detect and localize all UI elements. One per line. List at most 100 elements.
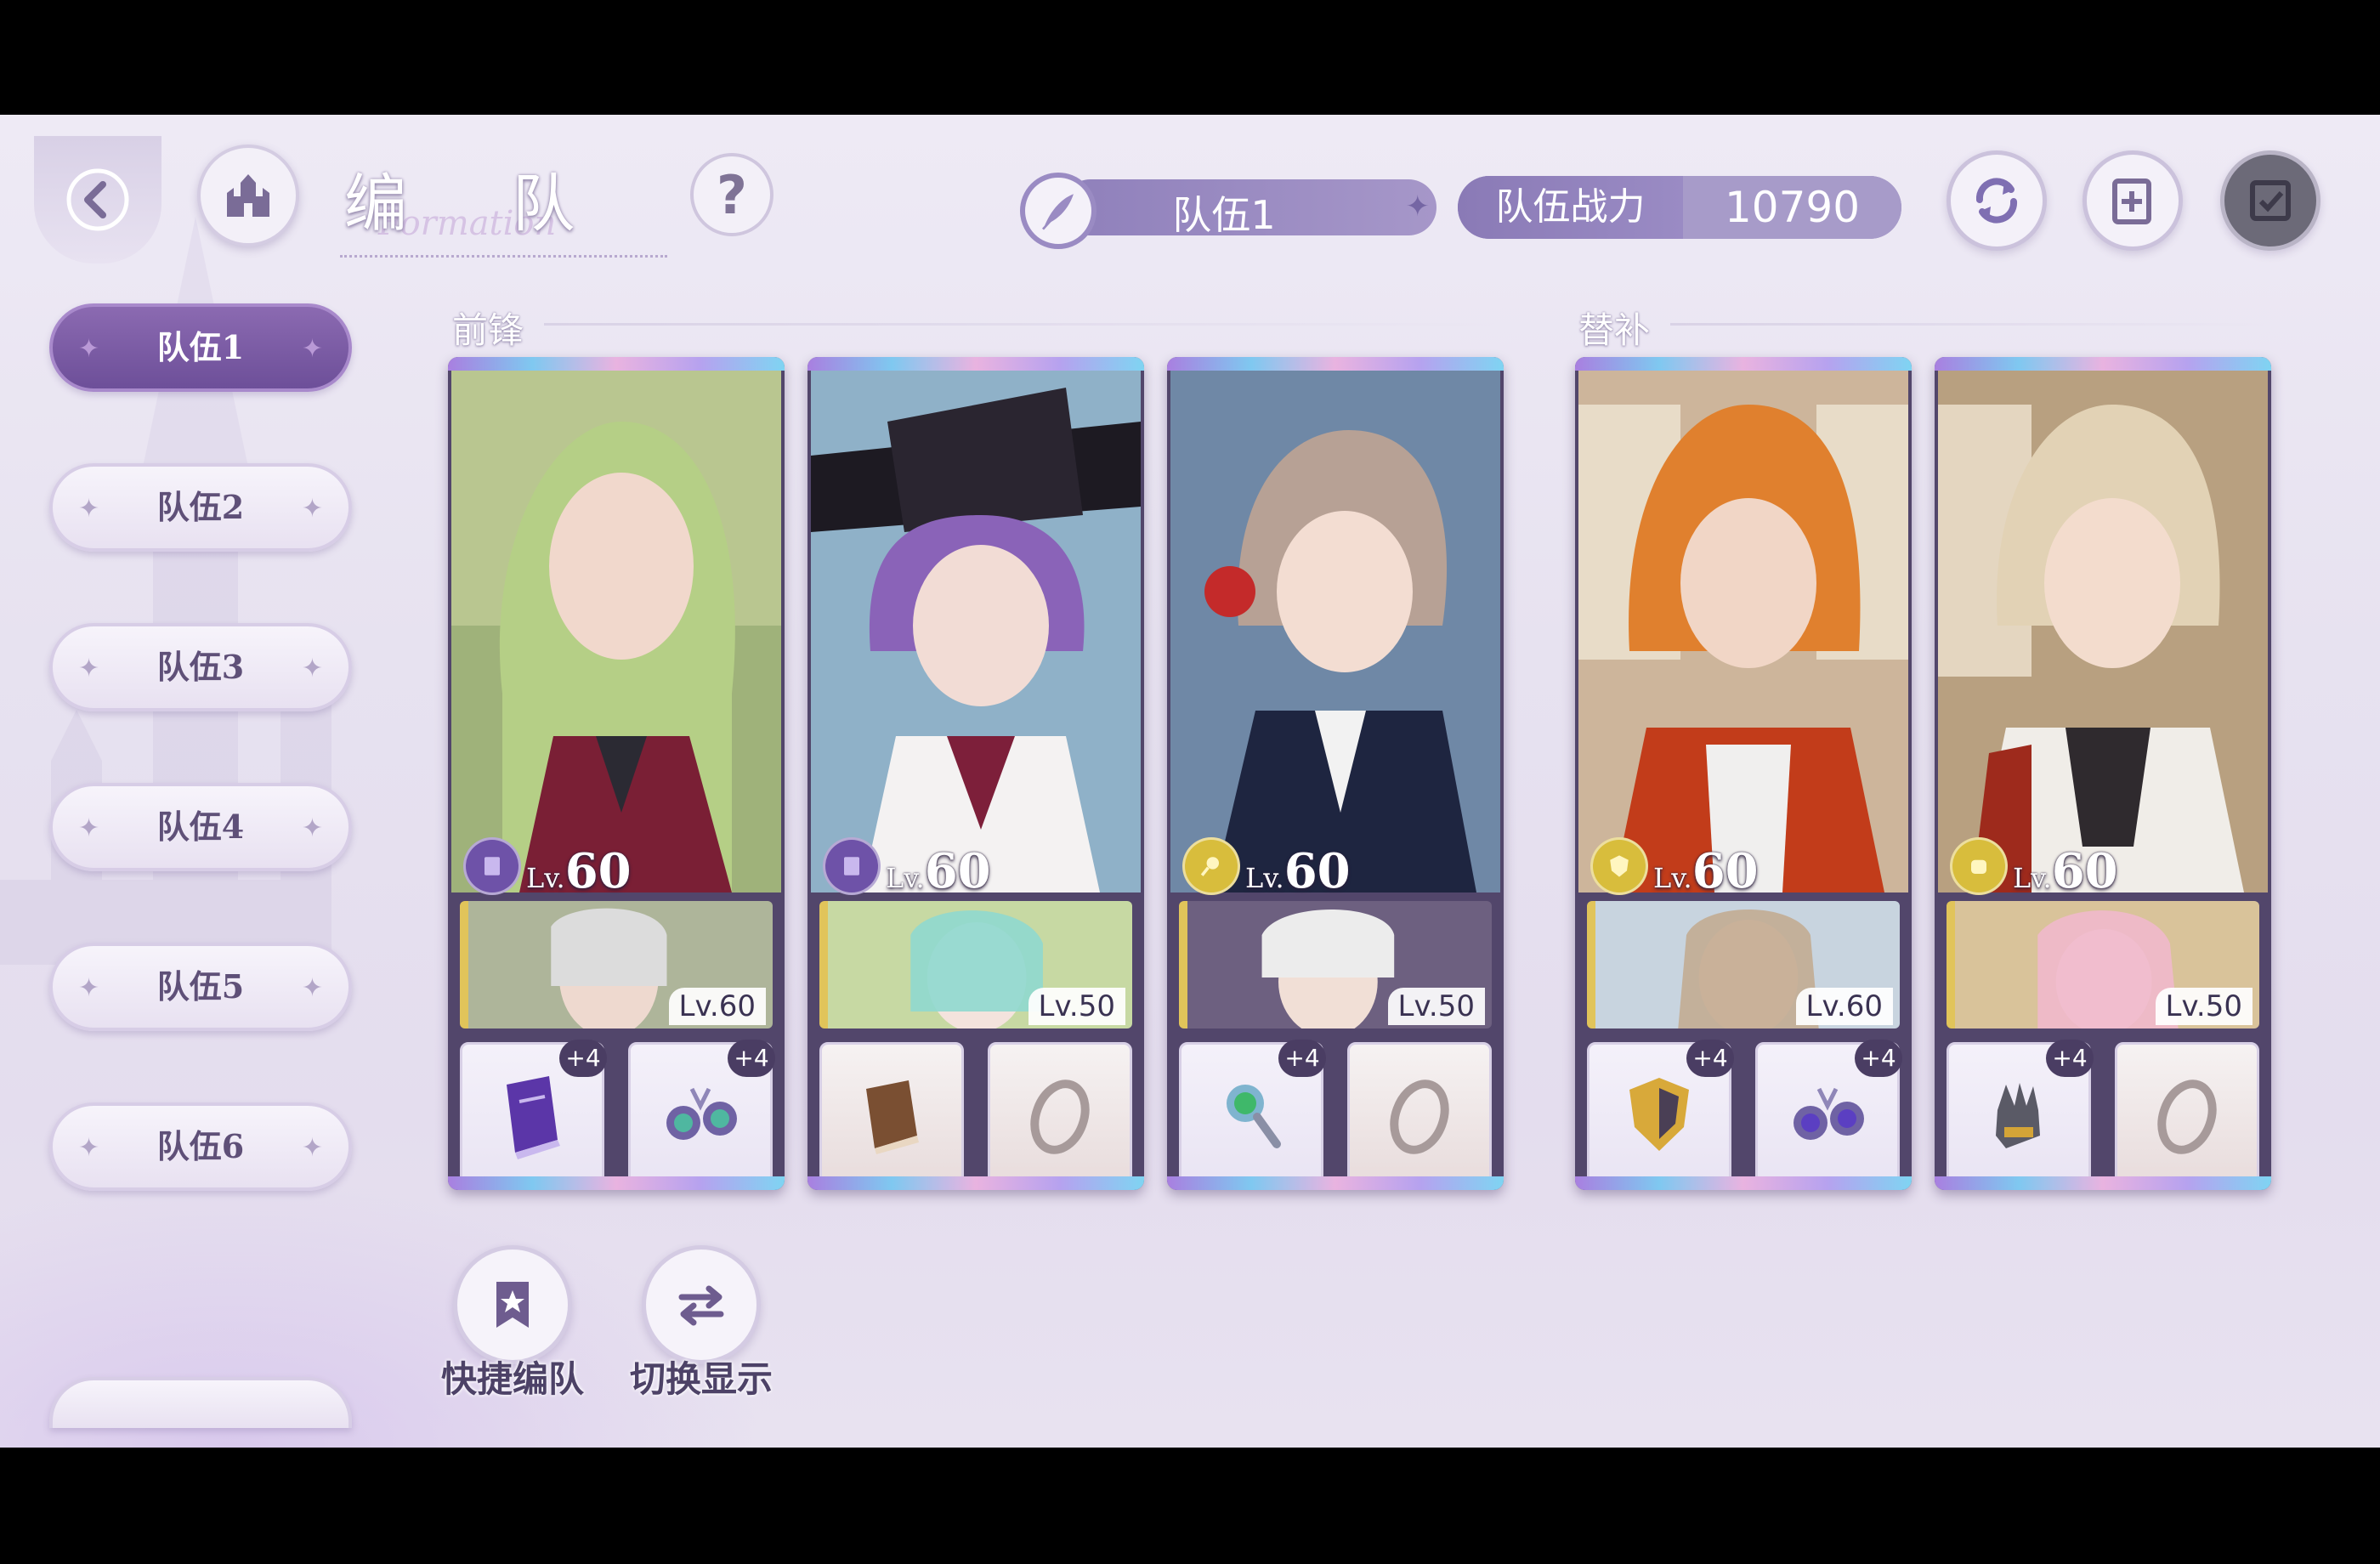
fist-role-icon: [1950, 837, 2008, 895]
character-card-5[interactable]: Lv.60 Lv.50 +4: [1935, 357, 2271, 1190]
character-level: Lv.60: [886, 843, 991, 899]
card-frame-bottom: [448, 1176, 785, 1190]
team-tab-5[interactable]: ✦ 队伍5 ✦: [49, 943, 352, 1031]
character-card-2[interactable]: Lv.60 Lv.50: [808, 357, 1144, 1190]
home-button[interactable]: [197, 144, 299, 246]
shield-icon: [1629, 1078, 1689, 1151]
support-character[interactable]: Lv.60: [1587, 901, 1900, 1028]
help-button[interactable]: ?: [690, 153, 774, 236]
level-value: 60: [564, 843, 632, 899]
level-prefix: Lv.: [1245, 862, 1284, 894]
team-tab-4[interactable]: ✦ 队伍4 ✦: [49, 783, 352, 871]
equipment-slot-1[interactable]: +4: [1179, 1040, 1326, 1187]
level-prefix: Lv.: [526, 862, 565, 894]
confirm-formation-button[interactable]: [2220, 150, 2320, 251]
level-value: 60: [1284, 843, 1351, 899]
add-document-icon: [2112, 178, 2151, 224]
enhance-badge: +4: [1278, 1040, 1326, 1077]
character-portrait: [1578, 371, 1908, 892]
support-character[interactable]: Lv.50: [1179, 901, 1492, 1028]
sub-section-label: 替补: [1578, 309, 1651, 351]
team-tab-1[interactable]: ✦ 队伍1 ✦: [49, 303, 352, 392]
ring-icon: [2157, 1080, 2217, 1154]
support-character[interactable]: Lv.50: [819, 901, 1132, 1028]
equipment-slot-2[interactable]: +4: [1755, 1040, 1902, 1187]
character-level: Lv.60: [2013, 843, 2118, 899]
earring-icon: [666, 1087, 737, 1140]
equipment-slot-2[interactable]: [2115, 1042, 2259, 1187]
bookmark-star-icon: [453, 1245, 572, 1364]
front-section-divider: [544, 323, 1496, 326]
sparkle-icon: ✦: [301, 654, 323, 683]
team-tab-6[interactable]: ✦ 队伍6 ✦: [49, 1102, 352, 1191]
quick-formation-label: 快捷编队: [440, 1358, 584, 1400]
ring-icon: [1030, 1080, 1090, 1154]
gauntlet-icon: [1996, 1083, 2040, 1148]
sparkle-icon: ✦: [301, 494, 323, 524]
equipment-slot-2[interactable]: [988, 1042, 1132, 1187]
earring-icon: [1794, 1087, 1864, 1140]
character-level: Lv.60: [1653, 843, 1759, 899]
equipment-slot-1[interactable]: +4: [1587, 1040, 1734, 1187]
character-portrait: [811, 371, 1141, 892]
team-tab-7-partial[interactable]: [49, 1377, 352, 1428]
current-team-label: 队伍1: [1172, 192, 1276, 238]
sub-section-divider: [1670, 323, 2265, 326]
team-tab-2[interactable]: ✦ 队伍2 ✦: [49, 463, 352, 552]
card-frame-top: [1935, 357, 2271, 371]
magnifier-icon: [1227, 1085, 1281, 1148]
equipment-slot-1[interactable]: +4: [460, 1040, 607, 1187]
team-selector[interactable]: 队伍1 ✦: [1020, 173, 1436, 249]
card-frame-bottom: [1575, 1176, 1912, 1190]
card-frame-bottom: [808, 1176, 1144, 1190]
feather-icon: [1020, 173, 1096, 249]
equipment-slot-2[interactable]: +4: [628, 1040, 775, 1187]
refresh-icon: [1975, 178, 2018, 224]
support-character[interactable]: Lv.50: [1946, 901, 2259, 1028]
card-frame-top: [808, 357, 1144, 371]
enhance-badge: +4: [728, 1040, 775, 1077]
switch-display-button[interactable]: 切换显示: [629, 1245, 774, 1402]
character-card-3[interactable]: Lv.60 Lv.50 +4: [1167, 357, 1504, 1190]
level-value: 60: [1692, 843, 1759, 899]
sparkle-icon: ✦: [301, 334, 323, 364]
book-role-icon: [823, 837, 881, 895]
formation-screen: Formation 编 队 ? 队伍1 ✦ 队伍战力 10790 ✦ 队伍1 ✦…: [0, 115, 2380, 1448]
equipment-slot-1[interactable]: +4: [1946, 1040, 2094, 1187]
switch-display-label: 切换显示: [629, 1358, 773, 1400]
equipment-slot-2[interactable]: [1347, 1042, 1492, 1187]
level-prefix: Lv.: [2013, 862, 2052, 894]
add-team-button[interactable]: [2082, 150, 2183, 251]
enhance-badge: +4: [1855, 1040, 1902, 1077]
card-frame-bottom: [1935, 1176, 2271, 1190]
sparkle-icon: ✦: [1405, 190, 1431, 224]
level-prefix: Lv.: [886, 862, 925, 894]
level-value: 60: [2051, 843, 2118, 899]
character-card-1[interactable]: Lv.60 Lv.60 +4 +4: [448, 357, 785, 1190]
sparkle-icon: ✦: [301, 973, 323, 1003]
card-frame-bottom: [1167, 1176, 1504, 1190]
swap-arrows-icon: [642, 1245, 761, 1364]
enhance-badge: +4: [559, 1040, 607, 1077]
back-button[interactable]: [34, 136, 162, 264]
equipment-slot-1[interactable]: [819, 1042, 964, 1187]
castle-home-icon: [227, 174, 269, 217]
question-mark-icon: ?: [717, 163, 747, 226]
card-frame-top: [1167, 357, 1504, 371]
quick-formation-button[interactable]: 快捷编队: [440, 1245, 585, 1402]
title-underline-decoration: [340, 234, 667, 258]
team-tab-3[interactable]: ✦ 队伍3 ✦: [49, 623, 352, 711]
character-portrait: [451, 371, 781, 892]
team-power-label: 队伍战力: [1458, 176, 1683, 239]
character-level: Lv.60: [1245, 843, 1351, 899]
sparkle-icon: ✦: [301, 1133, 323, 1163]
sparkle-icon: ✦: [301, 813, 323, 843]
shield-role-icon: [1590, 837, 1648, 895]
support-character[interactable]: Lv.60: [460, 901, 773, 1028]
auto-refresh-button[interactable]: [1946, 150, 2047, 251]
character-level: Lv.60: [526, 843, 632, 899]
enhance-badge: +4: [2046, 1040, 2094, 1077]
character-card-4[interactable]: Lv.60 Lv.60 +4 +4: [1575, 357, 1912, 1190]
back-arrow-icon: [66, 168, 129, 231]
card-frame-top: [448, 357, 785, 371]
